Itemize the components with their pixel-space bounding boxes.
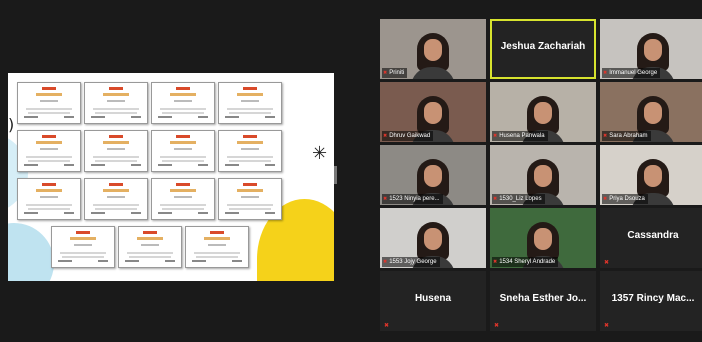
- participant-name: Immanuel George: [609, 70, 658, 76]
- participant-name-label: ✖ Sara Abraham: [602, 131, 651, 141]
- participant-tile[interactable]: ✖ Sara Abraham: [600, 82, 702, 142]
- participant-name: Jeshua Zachariah: [500, 41, 586, 52]
- mic-muted-icon: ✖: [383, 259, 388, 265]
- participant-name: Priniti: [389, 70, 405, 76]
- participant-name-label: ✖ Dhruv Gaikwad: [382, 131, 434, 141]
- mic-muted-icon: ✖: [494, 322, 500, 329]
- mic-muted-icon: ✖: [603, 70, 608, 76]
- participant-name: 1523 Ninyia pere...: [389, 196, 440, 202]
- participant-tile[interactable]: ✖ 1530_Liz Lopes: [490, 145, 596, 205]
- certificate-thumbnail: [218, 82, 282, 124]
- mic-muted-icon: ✖: [603, 196, 608, 202]
- certificate-thumbnail: [84, 130, 148, 172]
- participant-name: Husena Panwala: [499, 133, 545, 139]
- mic-muted-icon: ✖: [493, 196, 498, 202]
- mic-muted-icon: ✖: [603, 133, 608, 139]
- participant-name-label: ✖ 1523 Ninyia pere...: [382, 194, 443, 204]
- mic-muted-icon: ✖: [384, 322, 390, 329]
- participant-tile[interactable]: ✖ Priya Dsouza: [600, 145, 702, 205]
- participant-name: Husena: [414, 293, 452, 304]
- certificate-thumbnail: [17, 178, 81, 220]
- presentation-slide: ) ✳: [8, 73, 334, 281]
- mic-muted-icon: ✖: [493, 133, 498, 139]
- mic-muted-icon: ✖: [383, 133, 388, 139]
- bracket-decoration: ): [8, 115, 15, 134]
- mic-muted-icon: ✖: [383, 196, 388, 202]
- certificate-thumbnail: [218, 130, 282, 172]
- participant-video-figure: [411, 29, 455, 79]
- participant-tile[interactable]: ✖ Husena Panwala: [490, 82, 596, 142]
- participant-tile[interactable]: ✖ 1534 Sheryl Andrade: [490, 208, 596, 268]
- asterisk-decoration: ✳: [312, 143, 328, 164]
- participant-name: Sara Abraham: [609, 133, 648, 139]
- certificate-thumbnail: [151, 82, 215, 124]
- participant-name-label: ✖ 1534 Sheryl Andrade: [492, 257, 559, 267]
- participant-tile[interactable]: 1357 Rincy Mac... ✖: [600, 271, 702, 331]
- participant-name-label: ✖ Priya Dsouza: [602, 194, 648, 204]
- participant-tile[interactable]: Cassandra ✖: [600, 208, 702, 268]
- participant-tile[interactable]: ✖ Priniti: [380, 19, 486, 79]
- participant-tile[interactable]: Husena ✖: [380, 271, 486, 331]
- certificate-thumbnail: [84, 178, 148, 220]
- participant-name: 1357 Rincy Mac...: [611, 293, 695, 304]
- certificate-thumbnail: [118, 226, 182, 268]
- participant-name-label: ✖ 1553 Jojy George: [382, 257, 440, 267]
- participant-name-label: ✖ Husena Panwala: [492, 131, 548, 141]
- participant-name-label: ✖ Priniti: [382, 68, 408, 78]
- certificate-thumbnail: [17, 82, 81, 124]
- participant-name: Cassandra: [627, 230, 679, 241]
- certificate-thumbnail: [51, 226, 115, 268]
- participant-name: 1534 Sheryl Andrade: [499, 259, 556, 265]
- participant-tile[interactable]: ✖ Dhruv Gaikwad: [380, 82, 486, 142]
- certificate-thumbnail: [185, 226, 249, 268]
- share-resize-handle[interactable]: [334, 166, 337, 184]
- participant-name: Sneha Esther Jo...: [499, 293, 587, 304]
- participant-name-label: ✖ Immanuel George: [602, 68, 661, 78]
- participant-name: 1553 Jojy George: [389, 259, 437, 265]
- certificate-thumbnail: [151, 130, 215, 172]
- participant-name: Dhruv Gaikwad: [389, 133, 431, 139]
- mic-muted-icon: ✖: [604, 322, 610, 329]
- participant-tile[interactable]: Jeshua Zachariah: [490, 19, 596, 79]
- participant-name: 1530_Liz Lopes: [499, 196, 542, 202]
- blue-circle-decoration: [8, 223, 54, 281]
- participant-tile[interactable]: Sneha Esther Jo... ✖: [490, 271, 596, 331]
- participant-tile[interactable]: ✖ Immanuel George: [600, 19, 702, 79]
- participant-name: Priya Dsouza: [609, 196, 645, 202]
- participant-tile[interactable]: ✖ 1553 Jojy George: [380, 208, 486, 268]
- certificate-thumbnail: [218, 178, 282, 220]
- participant-tile[interactable]: ✖ 1523 Ninyia pere...: [380, 145, 486, 205]
- certificate-thumbnail: [84, 82, 148, 124]
- mic-muted-icon: ✖: [383, 70, 388, 76]
- certificate-thumbnail: [17, 130, 81, 172]
- mic-muted-icon: ✖: [493, 259, 498, 265]
- mic-muted-icon: ✖: [604, 259, 610, 266]
- shared-screen: ) ✳: [0, 0, 370, 342]
- certificate-thumbnail: [151, 178, 215, 220]
- participant-name-label: ✖ 1530_Liz Lopes: [492, 194, 545, 204]
